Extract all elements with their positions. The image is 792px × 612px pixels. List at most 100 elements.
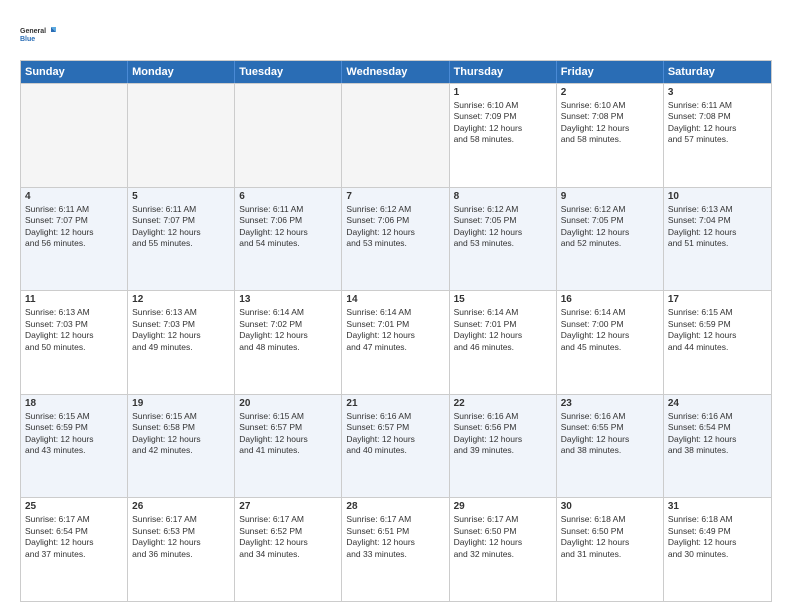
day-number: 16 (561, 294, 659, 305)
cell-line: and 51 minutes. (668, 238, 767, 249)
cal-cell-2-4: 15Sunrise: 6:14 AMSunset: 7:01 PMDayligh… (450, 291, 557, 394)
cell-line: Daylight: 12 hours (454, 537, 552, 548)
cell-line: Sunset: 6:55 PM (561, 422, 659, 433)
cal-cell-3-4: 22Sunrise: 6:16 AMSunset: 6:56 PMDayligh… (450, 395, 557, 498)
cell-line: and 55 minutes. (132, 238, 230, 249)
cell-line: Daylight: 12 hours (668, 330, 767, 341)
cell-line: Sunset: 7:04 PM (668, 215, 767, 226)
cell-line: Daylight: 12 hours (132, 330, 230, 341)
cal-cell-1-4: 8Sunrise: 6:12 AMSunset: 7:05 PMDaylight… (450, 188, 557, 291)
cell-line: and 58 minutes. (561, 134, 659, 145)
cell-line: Sunset: 7:08 PM (561, 111, 659, 122)
cal-cell-0-6: 3Sunrise: 6:11 AMSunset: 7:08 PMDaylight… (664, 84, 771, 187)
cal-cell-3-2: 20Sunrise: 6:15 AMSunset: 6:57 PMDayligh… (235, 395, 342, 498)
cell-line: Sunrise: 6:17 AM (346, 514, 444, 525)
calendar-header: SundayMondayTuesdayWednesdayThursdayFrid… (21, 61, 771, 83)
cal-cell-2-0: 11Sunrise: 6:13 AMSunset: 7:03 PMDayligh… (21, 291, 128, 394)
cell-line: Daylight: 12 hours (561, 123, 659, 134)
cell-line: Sunset: 7:03 PM (25, 319, 123, 330)
cell-line: Sunset: 7:07 PM (25, 215, 123, 226)
cal-cell-0-3 (342, 84, 449, 187)
cell-line: Sunrise: 6:17 AM (132, 514, 230, 525)
cell-line: and 54 minutes. (239, 238, 337, 249)
cell-line: and 32 minutes. (454, 549, 552, 560)
day-number: 29 (454, 501, 552, 512)
cell-line: Sunrise: 6:17 AM (454, 514, 552, 525)
cell-line: Sunset: 7:06 PM (346, 215, 444, 226)
cell-line: Sunset: 6:49 PM (668, 526, 767, 537)
cell-line: Daylight: 12 hours (454, 123, 552, 134)
cell-line: Daylight: 12 hours (239, 330, 337, 341)
cell-line: and 31 minutes. (561, 549, 659, 560)
cell-line: and 34 minutes. (239, 549, 337, 560)
cal-cell-1-0: 4Sunrise: 6:11 AMSunset: 7:07 PMDaylight… (21, 188, 128, 291)
cell-line: Sunset: 7:01 PM (454, 319, 552, 330)
cal-cell-4-2: 27Sunrise: 6:17 AMSunset: 6:52 PMDayligh… (235, 498, 342, 601)
cell-line: Daylight: 12 hours (132, 434, 230, 445)
cell-line: Sunset: 7:01 PM (346, 319, 444, 330)
cell-line: Daylight: 12 hours (25, 330, 123, 341)
cal-cell-3-5: 23Sunrise: 6:16 AMSunset: 6:55 PMDayligh… (557, 395, 664, 498)
cal-cell-1-2: 6Sunrise: 6:11 AMSunset: 7:06 PMDaylight… (235, 188, 342, 291)
cell-line: Daylight: 12 hours (561, 227, 659, 238)
cell-line: and 44 minutes. (668, 342, 767, 353)
cell-line: and 57 minutes. (668, 134, 767, 145)
cell-line: Sunset: 6:50 PM (454, 526, 552, 537)
header: General Blue (20, 16, 772, 52)
day-number: 8 (454, 191, 552, 202)
cell-line: Sunset: 6:59 PM (668, 319, 767, 330)
cell-line: and 38 minutes. (561, 445, 659, 456)
logo-svg: General Blue (20, 16, 56, 52)
cell-line: and 48 minutes. (239, 342, 337, 353)
cell-line: Sunrise: 6:14 AM (346, 307, 444, 318)
cell-line: Sunset: 6:52 PM (239, 526, 337, 537)
day-number: 23 (561, 398, 659, 409)
day-number: 2 (561, 87, 659, 98)
cal-cell-0-0 (21, 84, 128, 187)
cal-cell-0-1 (128, 84, 235, 187)
cell-line: Daylight: 12 hours (132, 537, 230, 548)
day-number: 18 (25, 398, 123, 409)
cell-line: Sunset: 6:54 PM (25, 526, 123, 537)
cal-cell-4-3: 28Sunrise: 6:17 AMSunset: 6:51 PMDayligh… (342, 498, 449, 601)
day-number: 27 (239, 501, 337, 512)
cell-line: and 43 minutes. (25, 445, 123, 456)
cell-line: and 56 minutes. (25, 238, 123, 249)
cell-line: and 45 minutes. (561, 342, 659, 353)
cell-line: and 53 minutes. (454, 238, 552, 249)
cal-cell-3-6: 24Sunrise: 6:16 AMSunset: 6:54 PMDayligh… (664, 395, 771, 498)
cell-line: Sunset: 6:50 PM (561, 526, 659, 537)
cell-line: Sunset: 7:07 PM (132, 215, 230, 226)
cal-cell-1-5: 9Sunrise: 6:12 AMSunset: 7:05 PMDaylight… (557, 188, 664, 291)
cell-line: Sunrise: 6:10 AM (454, 100, 552, 111)
cal-cell-3-3: 21Sunrise: 6:16 AMSunset: 6:57 PMDayligh… (342, 395, 449, 498)
cell-line: Daylight: 12 hours (25, 537, 123, 548)
cell-line: Sunset: 6:56 PM (454, 422, 552, 433)
cell-line: Daylight: 12 hours (668, 227, 767, 238)
cal-cell-4-6: 31Sunrise: 6:18 AMSunset: 6:49 PMDayligh… (664, 498, 771, 601)
cal-cell-3-1: 19Sunrise: 6:15 AMSunset: 6:58 PMDayligh… (128, 395, 235, 498)
cell-line: Sunrise: 6:17 AM (239, 514, 337, 525)
cell-line: Sunset: 6:57 PM (239, 422, 337, 433)
day-number: 14 (346, 294, 444, 305)
day-number: 30 (561, 501, 659, 512)
cell-line: Daylight: 12 hours (239, 227, 337, 238)
cell-line: Daylight: 12 hours (561, 434, 659, 445)
cal-cell-4-0: 25Sunrise: 6:17 AMSunset: 6:54 PMDayligh… (21, 498, 128, 601)
cal-cell-4-1: 26Sunrise: 6:17 AMSunset: 6:53 PMDayligh… (128, 498, 235, 601)
cell-line: Sunrise: 6:16 AM (454, 411, 552, 422)
cell-line: Sunrise: 6:15 AM (25, 411, 123, 422)
cal-cell-4-4: 29 Sunrise: 6:17 AMSunset: 6:50 PMDayligh… (450, 498, 557, 601)
cell-line: and 50 minutes. (25, 342, 123, 353)
week-row-2: 4Sunrise: 6:11 AMSunset: 7:07 PMDaylight… (21, 187, 771, 291)
cell-line: and 41 minutes. (239, 445, 337, 456)
cal-cell-0-5: 2Sunrise: 6:10 AMSunset: 7:08 PMDaylight… (557, 84, 664, 187)
cell-line: Sunrise: 6:17 AM (25, 514, 123, 525)
week-row-3: 11Sunrise: 6:13 AMSunset: 7:03 PMDayligh… (21, 290, 771, 394)
cal-cell-0-4: 1Sunrise: 6:10 AMSunset: 7:09 PMDaylight… (450, 84, 557, 187)
cell-line: Sunrise: 6:13 AM (25, 307, 123, 318)
cal-cell-2-6: 17Sunrise: 6:15 AMSunset: 6:59 PMDayligh… (664, 291, 771, 394)
cell-line: Sunrise: 6:15 AM (239, 411, 337, 422)
day-number: 5 (132, 191, 230, 202)
cal-cell-3-0: 18Sunrise: 6:15 AMSunset: 6:59 PMDayligh… (21, 395, 128, 498)
